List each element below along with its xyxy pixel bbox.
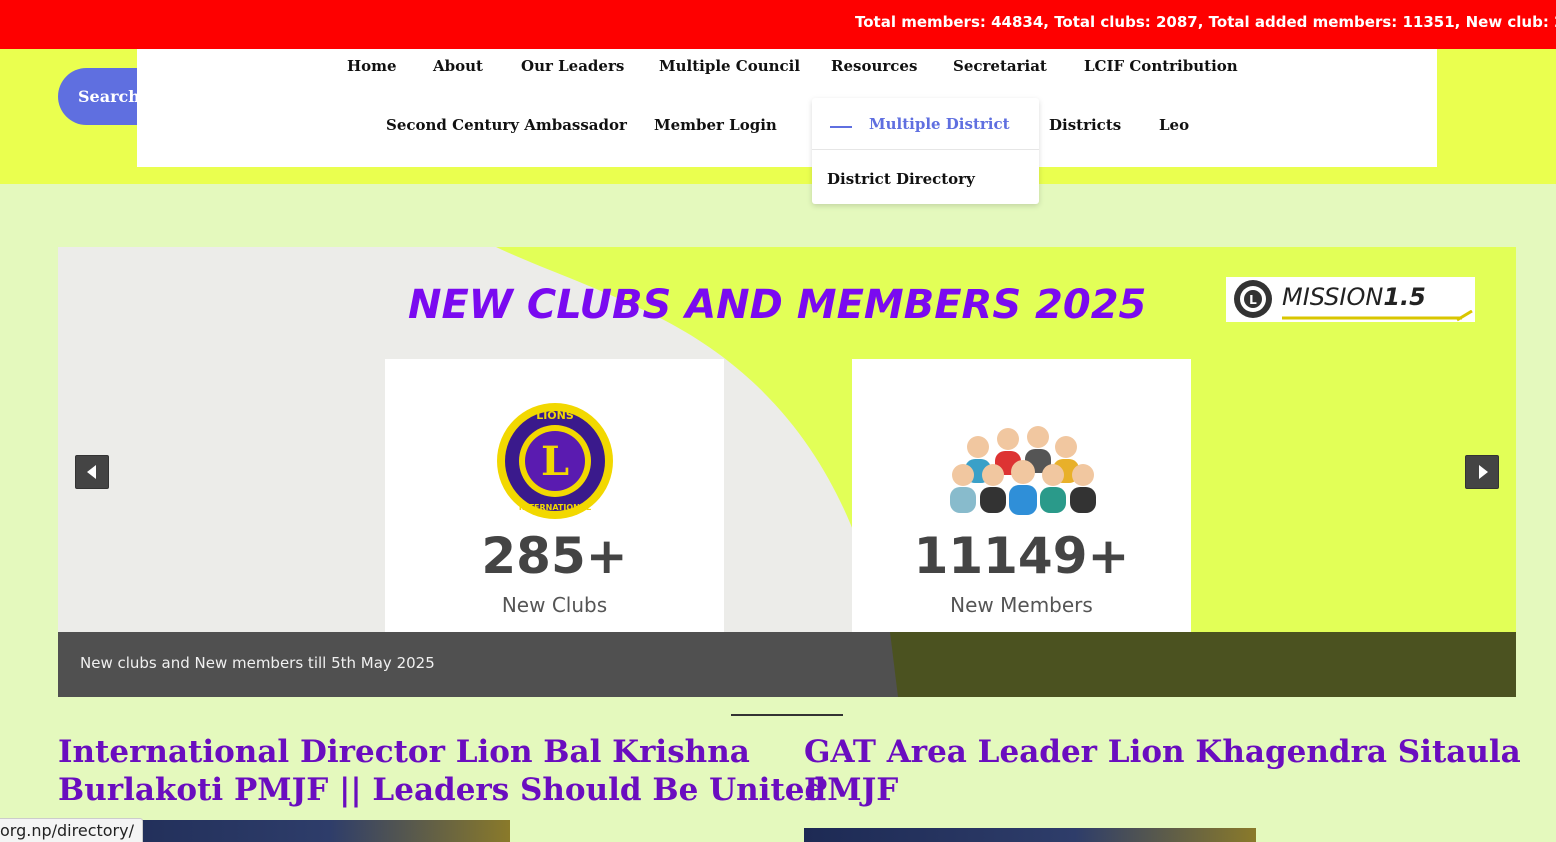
nav-lcif-contribution[interactable]: LCIF Contribution xyxy=(1084,57,1238,75)
post-title-line: PMJF xyxy=(804,772,899,808)
slide-caption-bar: New clubs and New members till 5th May 2… xyxy=(58,632,1516,697)
post-title-line: GAT Area Leader Lion Khagendra Sitaula xyxy=(804,734,1521,770)
mission-text: MISSION1.5 xyxy=(1282,283,1426,311)
section-divider xyxy=(731,714,843,716)
arrow-right-icon xyxy=(1479,465,1488,479)
ticker-stats-text: Total members: 44834, Total clubs: 2087,… xyxy=(855,13,1556,31)
arrow-left-icon xyxy=(87,465,96,479)
top-ticker: Total members: 44834, Total clubs: 2087,… xyxy=(0,0,1556,49)
svg-text:L: L xyxy=(541,438,569,485)
dropdown-item-multiple-district[interactable]: Multiple District xyxy=(812,98,1039,150)
people-group-icon xyxy=(950,426,1096,515)
nav-districts[interactable]: Districts xyxy=(1049,116,1121,134)
browser-status-url: org.np/directory/ xyxy=(0,818,143,842)
new-clubs-label: New Clubs xyxy=(501,593,608,617)
svg-text:LIONS: LIONS xyxy=(536,409,574,422)
stat-card-new-clubs: L LIONS INTERNATIONAL 285+ New Clubs xyxy=(385,359,724,639)
nav-second-century-ambassador[interactable]: Second Century Ambassador xyxy=(386,116,627,134)
nav-about[interactable]: About xyxy=(433,57,483,75)
post-title-line: Burlakoti PMJF || Leaders Should Be Unit… xyxy=(58,772,827,808)
lions-emblem-icon: L xyxy=(1234,280,1272,318)
nav-secretariat[interactable]: Secretariat xyxy=(953,57,1047,75)
dropdown-item-district-directory[interactable]: District Directory xyxy=(827,170,975,188)
post-title-link[interactable]: International Director Lion Bal Krishna … xyxy=(58,733,826,809)
svg-text:L: L xyxy=(1249,293,1257,307)
new-members-label: New Members xyxy=(950,593,1093,617)
nav-multiple-council[interactable]: Multiple Council xyxy=(659,57,800,75)
banner-title: NEW CLUBS AND MEMBERS 2025 xyxy=(408,282,1147,328)
new-members-count: 11149+ xyxy=(913,527,1130,585)
svg-text:INTERNATIONAL: INTERNATIONAL xyxy=(519,503,591,512)
hero-slider: NEW CLUBS AND MEMBERS 2025 L MISSION1.5 … xyxy=(58,247,1516,697)
post-title-line: International Director Lion Bal Krishna xyxy=(58,734,750,770)
nav-dropdown-menu: Multiple District District Directory xyxy=(812,98,1039,204)
nav-resources[interactable]: Resources xyxy=(831,57,917,75)
nav-member-login[interactable]: Member Login xyxy=(654,116,777,134)
dropdown-item-label: Multiple District xyxy=(869,115,1010,133)
stat-card-new-members: 11149+ New Members xyxy=(852,359,1191,639)
slide-caption: New clubs and New members till 5th May 2… xyxy=(80,654,435,672)
nav-home[interactable]: Home xyxy=(347,57,397,75)
nav-leo[interactable]: Leo xyxy=(1159,116,1189,134)
slider-next-button[interactable] xyxy=(1465,455,1499,489)
active-dash-icon xyxy=(830,126,852,128)
new-clubs-count: 285+ xyxy=(481,527,628,585)
mission-underline-arrow xyxy=(1282,310,1473,322)
mission-logo: L MISSION1.5 xyxy=(1226,277,1475,322)
post-title-link[interactable]: GAT Area Leader Lion Khagendra Sitaula P… xyxy=(804,733,1521,809)
main-nav: Home About Our Leaders Multiple Council … xyxy=(137,49,1437,167)
slider-prev-button[interactable] xyxy=(75,455,109,489)
post-thumbnail[interactable] xyxy=(804,828,1256,842)
lions-international-logo: L LIONS INTERNATIONAL xyxy=(497,403,613,519)
nav-our-leaders[interactable]: Our Leaders xyxy=(521,57,624,75)
